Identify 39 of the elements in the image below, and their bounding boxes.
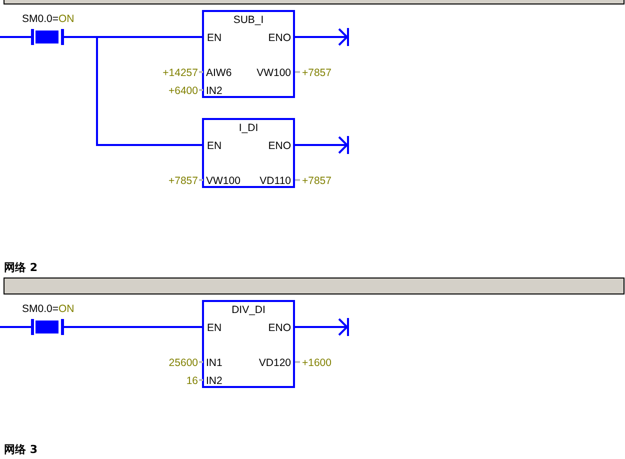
input-value: +14257	[162, 67, 198, 79]
box-title: I_DI	[238, 122, 258, 134]
pin-label: ENO	[268, 322, 291, 334]
network-title: 网络 2	[4, 261, 38, 274]
contact-label: SM0.0=ON	[22, 303, 74, 315]
pin-label: ENO	[268, 32, 291, 44]
function-box[interactable]	[202, 118, 295, 188]
output-value: +7857	[302, 175, 332, 187]
output-arrow	[295, 28, 349, 46]
rung-wire	[0, 326, 32, 328]
box-title: SUB_I	[233, 14, 264, 26]
pin-label: VW100	[206, 175, 240, 187]
pin-label: IN1	[206, 357, 222, 369]
output-arrow	[295, 318, 349, 336]
pin-label: VW100	[256, 67, 291, 79]
network-title: 网络 3	[4, 443, 38, 456]
pin-label: VD110	[260, 175, 291, 187]
pin-label: EN	[207, 140, 222, 152]
box-title: DIV_DI	[232, 304, 266, 316]
input-value: 25600	[168, 357, 198, 369]
rung-wire	[0, 36, 32, 38]
pin-label: IN2	[206, 85, 222, 97]
input-value: 16	[186, 375, 198, 387]
input-value: +6400	[168, 85, 198, 97]
pin-label: EN	[207, 32, 222, 44]
pin-label: VD120	[258, 357, 291, 369]
output-value: +1600	[302, 357, 332, 369]
function-box[interactable]	[202, 10, 295, 98]
function-box[interactable]	[202, 300, 295, 388]
pin-label: EN	[207, 322, 222, 334]
contact-label: SM0.0=ON	[22, 13, 74, 25]
pin-label: IN2	[206, 375, 222, 387]
input-value: +7857	[168, 175, 198, 187]
output-arrow	[295, 136, 349, 154]
contact-drawing[interactable]	[31, 319, 64, 335]
pin-label: AIW6	[206, 67, 232, 79]
output-value: +7857	[302, 67, 332, 79]
contact-drawing[interactable]	[31, 29, 64, 45]
pin-label: ENO	[268, 140, 291, 152]
